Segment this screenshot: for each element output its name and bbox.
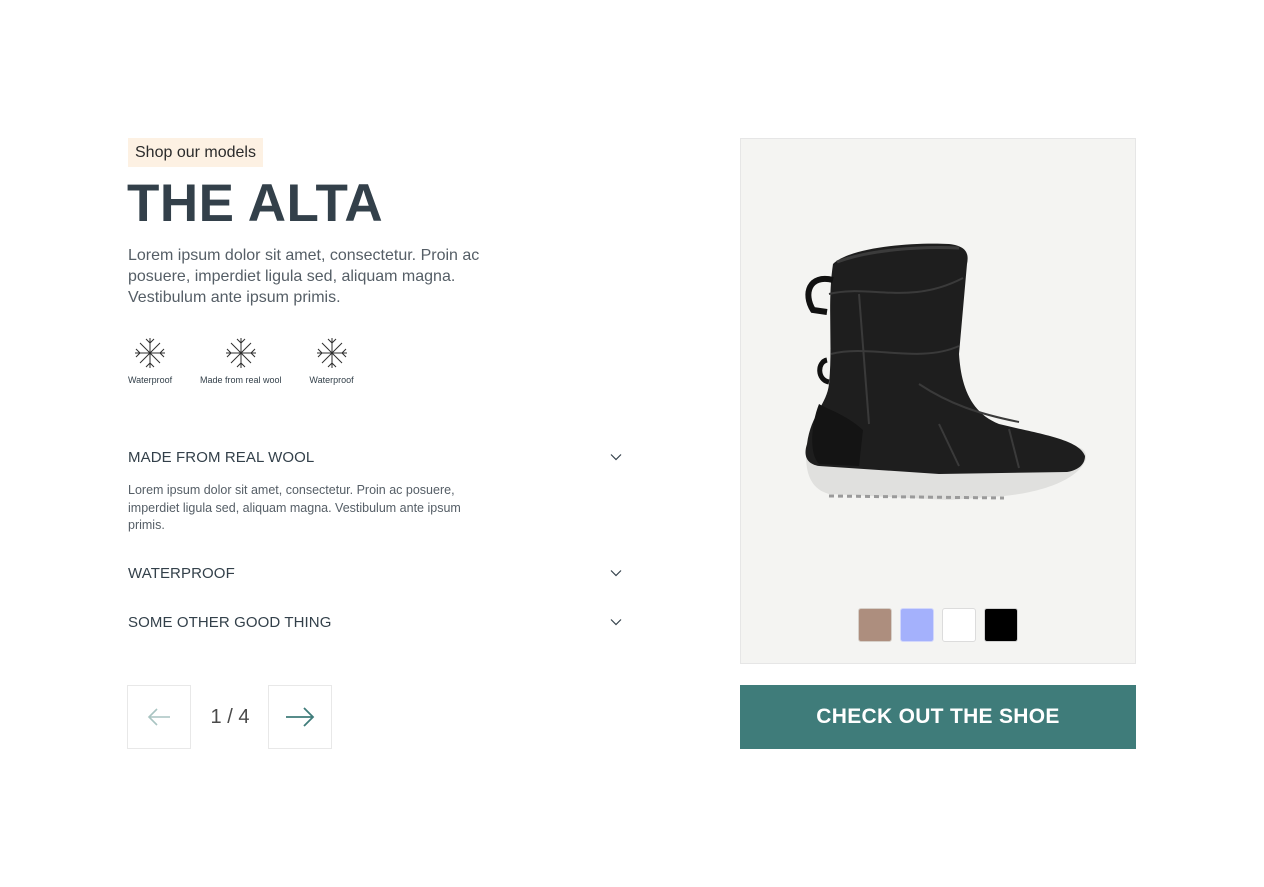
accordion-title: WATERPROOF	[128, 564, 235, 582]
product-page: Shop our models THE ALTA Lorem ipsum dol…	[0, 0, 1264, 887]
feature-item: Made from real wool	[200, 336, 282, 385]
page-counter: 1 / 4	[210, 706, 250, 728]
product-intro: Lorem ipsum dolor sit amet, consectetur.…	[128, 247, 480, 306]
shop-models-tag: Shop our models	[128, 138, 263, 167]
product-image-panel	[740, 138, 1136, 664]
swatch-black[interactable]	[984, 608, 1018, 642]
accordion-header-wool[interactable]: MADE FROM REAL WOOL	[128, 447, 622, 467]
accordion-header-other[interactable]: SOME OTHER GOOD THING	[128, 612, 622, 632]
feature-item: Waterproof	[128, 336, 172, 385]
feature-label: Made from real wool	[200, 375, 282, 385]
arrow-right-icon	[286, 707, 315, 727]
chevron-down-icon	[610, 454, 622, 461]
feature-item: Waterproof	[309, 336, 354, 385]
feature-label: Waterproof	[128, 375, 173, 385]
swatch-tan[interactable]	[858, 608, 892, 642]
snowflake-icon	[316, 338, 347, 368]
next-button[interactable]	[268, 685, 332, 749]
snowflake-icon	[225, 338, 256, 368]
snowflake-icon	[135, 338, 165, 368]
accordion-title: MADE FROM REAL WOOL	[128, 448, 315, 466]
feature-label: Waterproof	[309, 375, 354, 385]
accordion-header-waterproof[interactable]: WATERPROOF	[128, 563, 622, 583]
swatch-blue[interactable]	[900, 608, 934, 642]
check-out-shoe-button[interactable]: CHECK OUT THE SHOE	[740, 685, 1136, 749]
boot-image	[805, 243, 1087, 500]
arrow-left-icon	[147, 708, 170, 726]
product-title: THE ALTA	[127, 174, 384, 233]
accordion-title: SOME OTHER GOOD THING	[128, 613, 332, 631]
color-swatches	[858, 608, 1018, 642]
chevron-down-icon	[610, 619, 622, 626]
accordion-body-wool: Lorem ipsum dolor sit amet, consectetur.…	[128, 483, 461, 532]
chevron-down-icon	[610, 570, 622, 577]
previous-button[interactable]	[127, 685, 191, 749]
swatch-white[interactable]	[942, 608, 976, 642]
